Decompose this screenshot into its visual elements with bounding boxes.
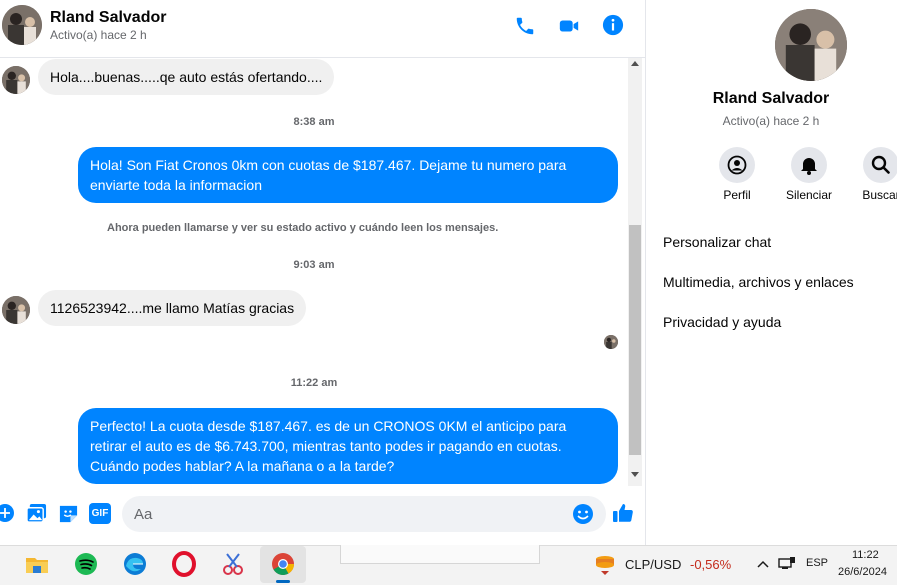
snipping-icon[interactable] xyxy=(218,549,248,579)
menu-media-files-links[interactable]: Multimedia, archivos y enlaces xyxy=(663,274,854,290)
image-icon[interactable] xyxy=(26,503,47,529)
gif-icon[interactable]: GIF xyxy=(89,503,111,524)
chrome-icon[interactable] xyxy=(268,549,298,579)
panel-avatar[interactable] xyxy=(775,9,847,81)
currency-pair: CLP/USD xyxy=(625,557,682,572)
outgoing-message[interactable]: Hola! Son Fiat Cronos 0km con cuotas de … xyxy=(78,147,618,203)
bell-icon xyxy=(801,158,817,175)
incoming-message[interactable]: Hola....buenas.....qe auto estás ofertan… xyxy=(38,59,335,95)
info-icon[interactable] xyxy=(602,14,624,41)
sticker-icon[interactable] xyxy=(58,503,79,529)
search-label: Buscar xyxy=(862,188,897,202)
message-avatar xyxy=(2,296,30,324)
message-input[interactable]: Aa xyxy=(122,496,606,532)
menu-customize-chat[interactable]: Personalizar chat xyxy=(663,234,771,250)
contact-status: Activo(a) hace 2 h xyxy=(50,28,147,42)
clock-date[interactable]: 26/6/2024 xyxy=(838,566,887,578)
video-icon[interactable] xyxy=(558,15,580,42)
edge-icon[interactable] xyxy=(120,549,150,579)
timestamp: 9:03 am xyxy=(293,259,335,271)
contact-avatar[interactable] xyxy=(2,5,42,45)
search-icon xyxy=(871,155,890,174)
message-input-placeholder: Aa xyxy=(134,506,153,523)
search-button[interactable] xyxy=(863,147,897,183)
currency-change: -0,56% xyxy=(690,557,732,572)
network-icon[interactable] xyxy=(778,556,796,575)
chrome-active-indicator xyxy=(276,580,290,583)
seen-avatar xyxy=(604,335,618,349)
person-icon xyxy=(727,155,747,175)
file-explorer-icon[interactable] xyxy=(22,549,52,579)
mute-button[interactable] xyxy=(791,147,827,183)
language-indicator[interactable]: ESP xyxy=(806,557,828,569)
scrollbar-thumb[interactable] xyxy=(629,225,641,455)
system-notice: Ahora pueden llamarse y ver su estado ac… xyxy=(107,222,499,234)
timestamp: 11:22 am xyxy=(290,377,338,389)
clock-time[interactable]: 11:22 xyxy=(852,549,879,561)
profile-label: Perfil xyxy=(723,188,751,202)
menu-privacy-help[interactable]: Privacidad y ayuda xyxy=(663,314,781,330)
scroll-up-arrow[interactable] xyxy=(631,61,639,66)
conversation-info-panel xyxy=(645,0,897,545)
scroll-down-arrow[interactable] xyxy=(631,472,639,477)
panel-contact-name: Rland Salvador xyxy=(712,90,830,107)
message-avatar xyxy=(2,66,30,94)
contact-name[interactable]: Rland Salvador xyxy=(50,9,166,27)
like-icon[interactable] xyxy=(611,501,635,530)
phone-icon[interactable] xyxy=(514,15,536,42)
emoji-icon[interactable] xyxy=(572,503,594,530)
chevron-up-icon[interactable] xyxy=(756,557,770,575)
profile-button[interactable] xyxy=(719,147,755,183)
timestamp: 8:38 am xyxy=(293,116,335,128)
panel-contact-status: Activo(a) hace 2 h xyxy=(722,114,820,128)
outgoing-message[interactable]: Perfecto! La cuota desde $187.467. es de… xyxy=(78,408,618,484)
plus-icon[interactable] xyxy=(0,504,14,527)
incoming-message[interactable]: 1126523942....me llamo Matías gracias xyxy=(38,290,307,326)
mute-label: Silenciar xyxy=(785,188,833,202)
window-peek xyxy=(340,545,540,564)
opera-icon[interactable] xyxy=(169,549,199,579)
stock-icon[interactable] xyxy=(593,552,617,581)
spotify-icon[interactable] xyxy=(71,549,101,579)
message-list: Hola....buenas.....qe auto estás ofertan… xyxy=(0,58,628,486)
